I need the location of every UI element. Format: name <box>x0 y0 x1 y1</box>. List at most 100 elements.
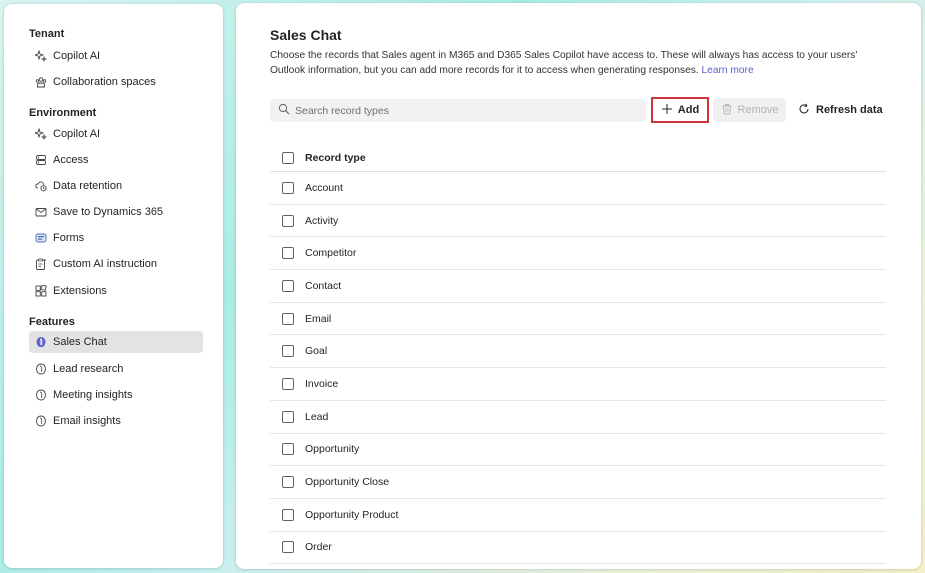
record-type-cell: Opportunity Product <box>305 508 399 521</box>
clipboard-sparkle-icon <box>35 258 47 270</box>
record-type-cell: Contact <box>305 279 342 292</box>
sidebar-item-lead-research[interactable]: Lead research <box>29 358 203 380</box>
sidebar-item-custom-ai-instruction[interactable]: Custom AI instruction <box>29 253 203 275</box>
sidebar-item-extensions[interactable]: Extensions <box>29 280 203 302</box>
sparkle-icon <box>35 50 47 62</box>
sidebar-item-data-retention[interactable]: Data retention <box>29 175 203 197</box>
row-checkbox[interactable] <box>282 181 294 194</box>
table-row[interactable]: Lead <box>270 401 886 434</box>
sidebar-item-label: Email insights <box>53 415 121 427</box>
table-row[interactable]: Contact <box>270 270 886 303</box>
table-row[interactable]: Opportunity Close <box>270 466 886 499</box>
add-button-label: Add <box>677 104 700 116</box>
plus-icon <box>661 103 678 118</box>
row-checkbox[interactable] <box>282 476 294 489</box>
sidebar-item-env-copilot-ai[interactable]: Copilot AI <box>29 123 203 145</box>
extensions-icon <box>35 285 47 297</box>
sidebar-item-label: Lead research <box>53 363 124 375</box>
main-content-panel: Sales Chat Choose the records that Sales… <box>236 3 921 569</box>
section-title-environment: Environment <box>29 107 97 119</box>
section-title-features: Features <box>29 316 75 328</box>
record-type-cell: Email <box>305 312 332 325</box>
search-box[interactable] <box>270 99 646 122</box>
copilot-icon <box>35 415 47 427</box>
sidebar-item-label: Collaboration spaces <box>53 76 156 88</box>
table-row[interactable]: Opportunity <box>270 434 886 467</box>
sidebar-item-collaboration-spaces[interactable]: Collaboration spaces <box>29 71 203 93</box>
sidebar-item-tenant-copilot-ai[interactable]: Copilot AI <box>29 45 203 67</box>
sparkle-icon <box>35 128 47 140</box>
sidebar-item-forms[interactable]: Forms <box>29 227 203 249</box>
sidebar-item-label: Extensions <box>53 285 107 297</box>
record-type-cell: Lead <box>305 410 329 423</box>
sidebar-item-meeting-insights[interactable]: Meeting insights <box>29 384 203 406</box>
refresh-icon <box>798 103 816 118</box>
remove-button-label: Remove <box>737 104 779 116</box>
row-checkbox[interactable] <box>282 345 294 358</box>
mail-icon <box>35 206 47 218</box>
trash-icon <box>721 103 738 118</box>
record-type-cell: Invoice <box>305 377 339 390</box>
sidebar-item-label: Custom AI instruction <box>53 258 157 270</box>
search-input[interactable] <box>295 104 625 117</box>
record-type-cell: Opportunity Close <box>305 476 390 489</box>
table-row[interactable]: Opportunity Product <box>270 499 886 532</box>
sidebar-item-label: Forms <box>53 232 85 244</box>
section-title-tenant: Tenant <box>29 28 65 40</box>
record-type-cell: Activity <box>305 214 339 227</box>
table-row[interactable]: Competitor <box>270 237 886 271</box>
copilot-icon <box>35 363 47 375</box>
search-icon <box>278 103 295 118</box>
sidebar-item-label: Copilot AI <box>53 50 101 62</box>
row-checkbox[interactable] <box>282 541 294 554</box>
row-checkbox[interactable] <box>282 508 294 521</box>
record-type-cell: Goal <box>305 345 328 358</box>
record-types-table: Record type Account Activity Competitor … <box>270 144 886 565</box>
table-row[interactable]: Goal <box>270 335 886 369</box>
column-header-record-type: Record type <box>305 151 366 164</box>
copilot-icon <box>35 389 47 401</box>
table-row[interactable]: Email <box>270 303 886 336</box>
record-type-cell: Account <box>305 181 343 194</box>
people-icon <box>35 154 47 166</box>
description-text: Choose the records that Sales agent in M… <box>270 50 858 76</box>
select-all-checkbox[interactable] <box>282 151 294 164</box>
learn-more-link[interactable]: Learn more <box>702 65 754 76</box>
row-checkbox[interactable] <box>282 443 294 456</box>
forms-icon <box>35 232 47 244</box>
settings-sidebar: Tenant Copilot AI Collaboration spaces E… <box>4 4 223 568</box>
remove-button[interactable]: Remove <box>713 98 786 122</box>
record-type-cell: Order <box>305 541 332 554</box>
table-header-row: Record type <box>270 144 886 172</box>
page-title: Sales Chat <box>270 27 342 43</box>
sidebar-item-email-insights[interactable]: Email insights <box>29 410 203 432</box>
row-checkbox[interactable] <box>282 410 294 423</box>
record-type-cell: Opportunity <box>305 443 360 456</box>
row-checkbox[interactable] <box>282 214 294 227</box>
table-row[interactable]: Account <box>270 172 886 205</box>
sidebar-item-label: Access <box>53 154 89 166</box>
sidebar-item-save-to-dynamics[interactable]: Save to Dynamics 365 <box>29 201 203 223</box>
sidebar-item-sales-chat[interactable]: Sales Chat <box>29 331 203 353</box>
table-row[interactable]: Activity <box>270 205 886 238</box>
table-row[interactable]: Invoice <box>270 368 886 401</box>
copilot-icon <box>35 336 47 348</box>
sidebar-item-label: Copilot AI <box>53 128 101 140</box>
add-button[interactable]: Add <box>651 97 709 123</box>
table-row[interactable]: Order <box>270 532 886 565</box>
collaboration-icon <box>35 76 47 88</box>
row-checkbox[interactable] <box>282 247 294 260</box>
sidebar-item-label: Meeting insights <box>53 389 133 401</box>
record-type-cell: Competitor <box>305 247 357 260</box>
cloud-retention-icon <box>35 180 47 192</box>
page-description: Choose the records that Sales agent in M… <box>270 48 890 78</box>
row-checkbox[interactable] <box>282 377 294 390</box>
row-checkbox[interactable] <box>282 279 294 292</box>
sidebar-item-label: Save to Dynamics 365 <box>53 206 164 218</box>
sidebar-item-access[interactable]: Access <box>29 149 203 171</box>
row-checkbox[interactable] <box>282 312 294 325</box>
refresh-button-label: Refresh data <box>816 104 883 116</box>
sidebar-item-label: Sales Chat <box>53 336 107 348</box>
refresh-data-button[interactable]: Refresh data <box>798 98 883 122</box>
sidebar-item-label: Data retention <box>53 180 123 192</box>
